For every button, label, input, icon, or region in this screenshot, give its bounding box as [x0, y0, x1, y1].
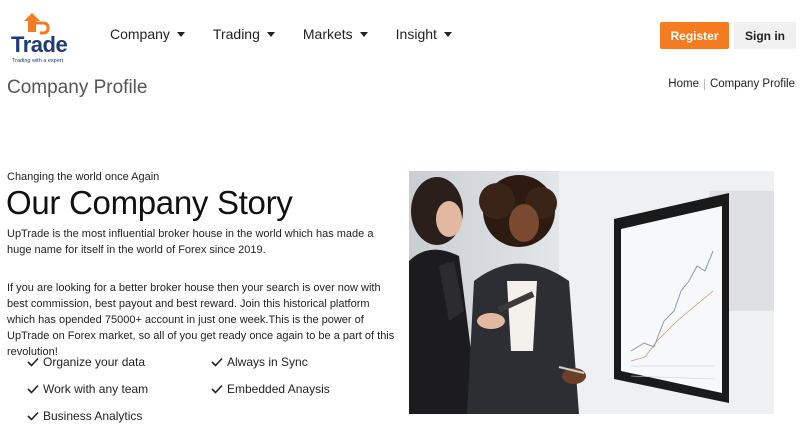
check-icon	[27, 357, 39, 367]
nav-item-label: Company	[110, 26, 170, 42]
check-icon	[211, 384, 223, 394]
check-icon	[27, 411, 39, 421]
feature-label: Always in Sync	[227, 355, 308, 369]
feature-label: Embedded Anaysis	[227, 382, 330, 396]
logo-tagline: Trading with a expert	[12, 58, 64, 64]
team-photo-illustration	[409, 171, 774, 414]
check-icon	[211, 357, 223, 367]
feature-label: Business Analytics	[43, 409, 143, 423]
breadcrumb-separator	[703, 78, 705, 90]
caret-down-icon	[266, 31, 275, 37]
feature-item: Always in Sync	[211, 355, 308, 369]
team-photo	[409, 171, 774, 414]
feature-item: Business Analytics	[27, 409, 142, 423]
caret-down-icon	[443, 31, 452, 37]
site-header: Trade Trading with a expert Company Trad…	[0, 0, 800, 70]
sign-in-button[interactable]: Sign in	[734, 22, 796, 49]
nav-item-label: Insight	[395, 26, 437, 42]
feature-label: Organize your data	[43, 355, 146, 369]
nav-item-markets[interactable]: Markets	[303, 26, 368, 42]
feature-item: Work with any team	[27, 382, 148, 396]
breadcrumb-home-link[interactable]: Home	[668, 78, 699, 90]
breadcrumb: Home Company Profile	[668, 78, 795, 90]
page-title: Company Profile	[7, 77, 148, 98]
feature-item: Embedded Anaysis	[211, 382, 330, 396]
nav-item-company[interactable]: Company	[110, 26, 185, 42]
story-eyebrow: Changing the world once Again	[7, 171, 160, 183]
nav-item-insight[interactable]: Insight	[396, 26, 452, 42]
nav-item-label: Markets	[302, 26, 353, 42]
breadcrumb-current: Company Profile	[709, 78, 795, 90]
check-icon	[27, 384, 39, 394]
logo-wordmark: Trade	[11, 32, 68, 57]
story-paragraph-1: UpTrade is the most influential broker h…	[7, 228, 374, 256]
story-paragraph-2: If you are looking for a better broker h…	[7, 282, 395, 358]
nav-item-trading[interactable]: Trading	[213, 26, 275, 42]
story-headline: Our Company Story	[6, 184, 293, 221]
register-button[interactable]: Register	[660, 22, 729, 49]
uptrade-logo[interactable]: Trade Trading with a expert	[10, 10, 80, 64]
main-nav: Company Trading Markets Insight	[110, 26, 480, 42]
feature-item: Organize your data	[27, 355, 145, 369]
caret-down-icon	[359, 31, 368, 37]
nav-item-label: Trading	[212, 26, 260, 42]
feature-label: Work with any team	[43, 382, 149, 396]
caret-down-icon	[176, 31, 185, 37]
